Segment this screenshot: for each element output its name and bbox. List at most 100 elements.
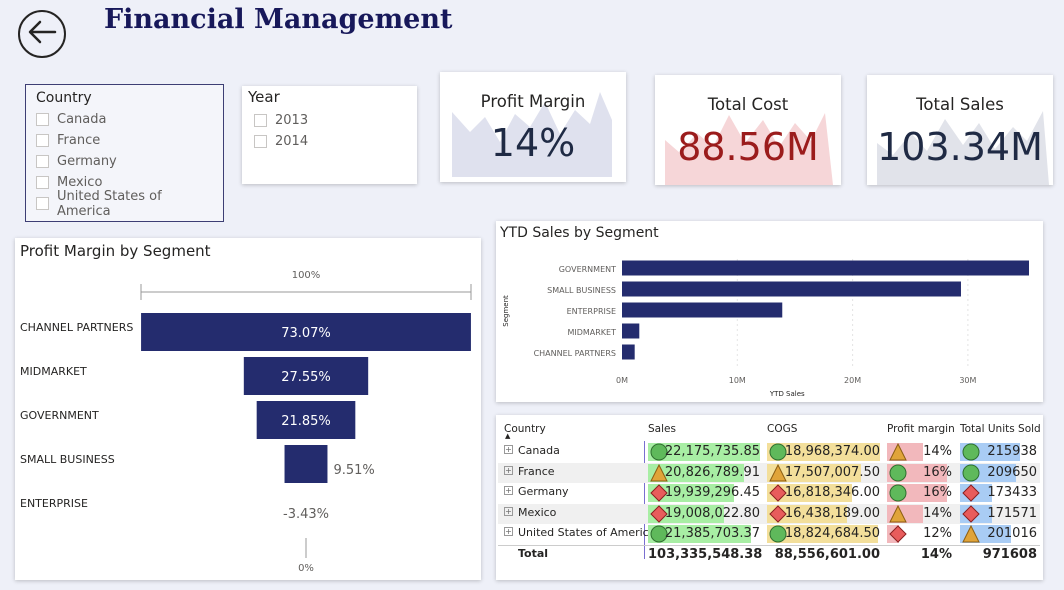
column-header[interactable]: COGS — [767, 423, 797, 435]
checkbox[interactable] — [36, 197, 49, 210]
category-label: CHANNEL PARTNERS — [534, 349, 616, 358]
x-tick-label: 10M — [729, 376, 746, 385]
data-label: -3.43% — [283, 507, 329, 522]
country-slicer: Country Canada France Germany Mexico Uni… — [25, 84, 224, 222]
total-margin: 14% — [920, 547, 952, 562]
sales-cell: 19,939,296.45 — [664, 485, 760, 501]
data-label: 73.07% — [281, 326, 331, 341]
country-cell: France — [518, 464, 555, 478]
cogs-cell: 16,818,346.00 — [784, 485, 880, 501]
kpi-value: 14% — [490, 121, 576, 165]
country-slicer-title: Country — [36, 90, 92, 106]
country-option-france[interactable]: France — [36, 130, 213, 151]
units-cell: 173433 — [987, 485, 1037, 501]
kpi-total-sales[interactable]: Total Sales 103.34M — [867, 75, 1053, 185]
y-axis-label: Segment — [502, 295, 510, 327]
category-label: SMALL BUSINESS — [20, 453, 115, 466]
checkbox[interactable] — [36, 134, 49, 147]
category-label: MIDMARKET — [20, 365, 87, 378]
column-separator — [644, 441, 645, 559]
units-cell: 171571 — [987, 505, 1037, 521]
category-label: MIDMARKET — [567, 328, 616, 337]
category-label: GOVERNMENT — [20, 409, 99, 422]
country-cell: Germany — [518, 485, 569, 499]
margin-cell: 16% — [923, 485, 952, 501]
country-matrix-table: Country Sales COGS Profit margin Total Units… — [496, 415, 1043, 580]
data-label: 27.55% — [281, 370, 331, 385]
expand-icon[interactable]: + — [504, 445, 513, 454]
year-slicer: Year 2013 2014 — [242, 86, 417, 184]
sort-icon[interactable]: ▲ — [505, 432, 510, 440]
data-label: 9.51% — [333, 463, 374, 478]
category-label: ENTERPRISE — [567, 307, 616, 316]
data-label: 21.85% — [281, 414, 331, 429]
column-header[interactable]: Profit margin — [887, 423, 955, 435]
expand-icon[interactable]: + — [504, 465, 513, 475]
category-label: CHANNEL PARTNERS — [20, 321, 133, 334]
column-header[interactable]: Sales — [648, 423, 676, 435]
category-label: GOVERNMENT — [559, 265, 616, 274]
cogs-cell: 17,507,007.50 — [784, 464, 880, 480]
bar[interactable] — [622, 323, 640, 339]
bar[interactable] — [622, 281, 961, 297]
axis-bottom-label: 0% — [298, 563, 314, 574]
cogs-cell: 18,968,374.00 — [784, 444, 880, 459]
kpi-label: Total Cost — [707, 95, 789, 114]
x-tick-label: 20M — [844, 376, 861, 385]
cogs-cell: 16,438,189.00 — [784, 505, 880, 521]
x-axis-label: YTD Sales — [769, 390, 805, 398]
margin-cell: 14% — [923, 505, 952, 521]
country-option-usa[interactable]: United States of America — [36, 189, 213, 219]
expand-icon[interactable]: + — [504, 506, 513, 516]
checkbox[interactable] — [254, 114, 267, 127]
checkbox[interactable] — [36, 113, 49, 126]
category-label: SMALL BUSINESS — [547, 286, 616, 295]
total-divider — [498, 545, 1040, 546]
checkbox[interactable] — [36, 176, 49, 189]
country-cell: United States of America — [518, 526, 656, 540]
total-label: Total — [518, 547, 549, 560]
units-cell: 215938 — [987, 444, 1037, 459]
axis-top-label: 100% — [292, 270, 321, 281]
sales-cell: 20,826,789.91 — [664, 464, 760, 480]
bar[interactable] — [622, 260, 1029, 276]
column-header[interactable]: Total Units Sold — [960, 423, 1041, 435]
page-title: Financial Management — [104, 4, 453, 35]
country-option-canada[interactable]: Canada — [36, 109, 213, 130]
back-button[interactable] — [18, 10, 66, 58]
kpi-label: Profit Margin — [480, 92, 586, 111]
cogs-cell: 18,824,684.50 — [784, 526, 880, 542]
expand-icon[interactable]: + — [504, 527, 513, 537]
margin-cell: 14% — [923, 444, 952, 459]
category-label: ENTERPRISE — [20, 497, 88, 510]
total-units: 971608 — [982, 547, 1037, 562]
year-option-2014[interactable]: 2014 — [248, 131, 411, 152]
checkbox[interactable] — [254, 135, 267, 148]
total-sales: 103,335,548.38 — [648, 547, 763, 562]
bar[interactable] — [622, 344, 635, 360]
year-option-2013[interactable]: 2013 — [248, 110, 411, 131]
arrow-left-icon — [27, 19, 57, 49]
table-body: Country Sales COGS Profit margin Total Units… — [496, 415, 1043, 580]
kpi-total-cost[interactable]: Total Cost 88.56M — [655, 75, 841, 185]
bar[interactable] — [622, 302, 783, 318]
funnel-bar[interactable] — [284, 445, 328, 483]
checkbox[interactable] — [36, 155, 49, 168]
expand-icon[interactable]: + — [504, 486, 513, 496]
total-cogs: 88,556,601.00 — [774, 547, 880, 562]
kpi-value: 88.56M — [677, 125, 819, 169]
bar-plot: GOVERNMENT SMALL BUSINESS ENTERPRISE MIDMAR… — [502, 259, 1029, 398]
country-option-germany[interactable]: Germany — [36, 151, 213, 172]
profit-margin-by-segment-chart: Profit Margin by Segment 100% CHANNEL PAR… — [15, 238, 481, 580]
ytd-sales-by-segment-chart: YTD Sales by Segment GOVERNMENT SMALL BUS… — [496, 221, 1043, 402]
x-tick-label: 0M — [616, 376, 628, 385]
x-tick-label: 30M — [959, 376, 976, 385]
margin-cell: 12% — [923, 526, 952, 542]
sales-cell: 19,008,022.80 — [664, 505, 760, 521]
kpi-value: 103.34M — [877, 125, 1043, 169]
units-cell: 209650 — [987, 464, 1037, 480]
kpi-profit-margin[interactable]: Profit Margin 14% — [440, 72, 626, 182]
year-slicer-title: Year — [248, 88, 280, 106]
country-cell: Canada — [518, 444, 560, 457]
kpi-label: Total Sales — [916, 95, 1004, 114]
